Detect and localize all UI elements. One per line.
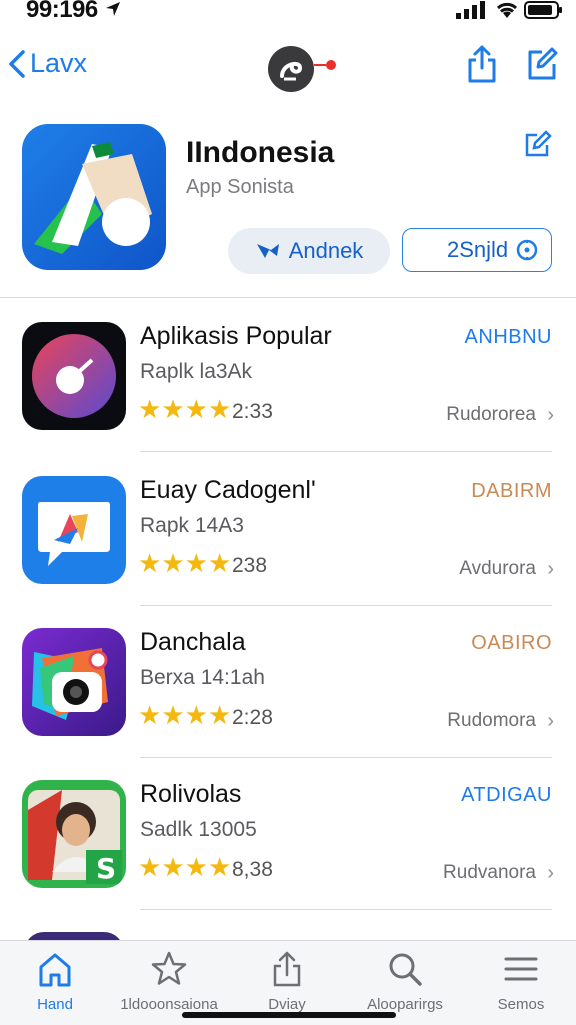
tab-featured[interactable]: 1ldooonsaiona xyxy=(114,949,224,1013)
featured-app-icon[interactable] xyxy=(22,124,166,270)
star-rating: ★ ★ ★ ★ xyxy=(138,702,231,728)
star-rating: ★ ★ ★ ★ xyxy=(138,550,231,576)
app-title: Rolivolas xyxy=(140,780,242,808)
app-subtitle: Sadlk 13005 xyxy=(140,818,257,841)
navigation-bar: Lavx xyxy=(0,30,576,100)
app-icon-speedometer[interactable] xyxy=(22,322,126,430)
app-subtitle: Berxa 14:1ah xyxy=(140,666,265,689)
star-rating: ★ ★ ★ ★ xyxy=(138,854,231,880)
more-link[interactable]: Rudororea xyxy=(446,404,536,426)
star-icon: ★ xyxy=(184,394,208,424)
category-badge: DABIRM xyxy=(471,480,552,502)
star-icon: ★ xyxy=(138,394,162,424)
home-icon xyxy=(39,953,71,987)
share-icon[interactable] xyxy=(466,44,498,84)
featured-app-subtitle: App Sonista xyxy=(186,176,294,198)
svg-text:S: S xyxy=(96,852,116,885)
get-app-button[interactable]: Andnek xyxy=(228,228,390,274)
rating-value: 238 xyxy=(232,554,268,577)
rating-value: 2:28 xyxy=(232,706,273,729)
rating-value: 2:33 xyxy=(232,400,273,423)
back-button[interactable]: Lavx xyxy=(8,48,87,79)
app-icon-chat[interactable] xyxy=(22,476,126,584)
star-rating: ★ ★ ★ ★ xyxy=(138,396,231,422)
notification-dot xyxy=(326,60,336,70)
more-link[interactable]: Rudvanora xyxy=(443,862,536,884)
app-title: Danchala xyxy=(140,628,246,656)
star-half-icon: ★ xyxy=(207,852,232,882)
star-icon: ★ xyxy=(138,852,162,882)
get-app-icon xyxy=(256,244,279,258)
tab-home[interactable]: Hand xyxy=(0,949,110,1013)
star-icon: ★ xyxy=(184,548,208,578)
featured-app-header: IIndonesia App Sonista Andnek 2Snjld xyxy=(0,108,576,298)
tab-label: Hand xyxy=(37,996,73,1013)
app-row[interactable]: S Rolivolas Sadlk 13005 ★ ★ ★ ★ 8,38 ATDIGA… xyxy=(0,758,576,910)
secondary-action-button[interactable]: 2Snjld xyxy=(402,228,552,272)
app-icon-camera[interactable] xyxy=(22,628,126,736)
star-icon: ★ xyxy=(161,394,185,424)
more-link[interactable]: Rudomora xyxy=(447,710,536,732)
status-bar: 99:196 xyxy=(0,0,576,30)
share-tab-icon xyxy=(273,951,301,987)
location-arrow-icon xyxy=(106,2,120,16)
app-subtitle: Raplk la3Ak xyxy=(140,360,253,383)
chevron-left-icon xyxy=(9,49,25,78)
back-label: Lavx xyxy=(30,48,88,78)
tab-label: Dviay xyxy=(268,996,306,1013)
edit-icon[interactable] xyxy=(524,130,552,158)
star-icon: ★ xyxy=(207,548,232,578)
app-icon-person[interactable]: S xyxy=(22,780,126,888)
secondary-action-label: 2Snjld xyxy=(447,237,509,262)
category-badge: ATDIGAU xyxy=(461,784,552,806)
app-row[interactable]: Danchala Berxa 14:1ah ★ ★ ★ ★ 2:28 OABIRO R… xyxy=(0,606,576,758)
chevron-right-icon[interactable]: › xyxy=(547,710,554,733)
app-subtitle: Rapk 14A3 xyxy=(140,514,244,537)
compose-icon[interactable] xyxy=(526,46,558,82)
status-time: 99:196 xyxy=(26,0,98,23)
chevron-right-icon[interactable]: › xyxy=(547,862,554,885)
star-icon: ★ xyxy=(138,548,162,578)
star-icon: ★ xyxy=(138,700,162,730)
more-link[interactable]: Avdurora xyxy=(459,558,536,580)
star-icon: ★ xyxy=(161,700,185,730)
row-divider xyxy=(140,451,552,452)
tab-share[interactable]: Dviay xyxy=(232,949,342,1013)
home-indicator[interactable] xyxy=(182,1012,396,1018)
menu-icon xyxy=(504,957,538,981)
wifi-icon xyxy=(496,2,518,18)
notification-line xyxy=(314,64,326,66)
app-row[interactable]: Aplikasis Popular Raplk la3Ak ★ ★ ★ ★ 2:33 … xyxy=(0,300,576,452)
star-icon: ★ xyxy=(161,548,185,578)
app-title: Aplikasis Popular xyxy=(140,322,332,350)
battery-icon xyxy=(524,1,562,19)
row-divider xyxy=(140,909,552,910)
tab-search[interactable]: Alooparirgs xyxy=(350,949,460,1013)
star-icon: ★ xyxy=(161,852,185,882)
tab-label: Alooparirgs xyxy=(367,996,443,1013)
pin-icon xyxy=(516,239,538,261)
profile-logo-icon[interactable] xyxy=(268,46,314,92)
chevron-right-icon[interactable]: › xyxy=(547,404,554,427)
get-app-label: Andnek xyxy=(288,238,364,263)
category-badge: ANHBNU xyxy=(464,326,552,348)
star-icon: ★ xyxy=(184,852,208,882)
star-half-icon: ★ xyxy=(207,394,232,424)
signal-icon xyxy=(456,1,485,19)
app-row[interactable]: Euay Cadogenl' Rapk 14A3 ★ ★ ★ ★ 238 DABIRM… xyxy=(0,454,576,606)
tab-label: 1ldooonsaiona xyxy=(120,996,218,1013)
chevron-right-icon[interactable]: › xyxy=(547,558,554,581)
star-outline-icon xyxy=(151,951,187,985)
category-badge: OABIRO xyxy=(471,632,552,654)
featured-app-title: IIndonesia xyxy=(186,136,335,169)
app-title: Euay Cadogenl' xyxy=(140,476,316,504)
divider xyxy=(0,297,576,298)
tab-label: Semos xyxy=(497,996,545,1013)
star-icon: ★ xyxy=(184,700,208,730)
rating-value: 8,38 xyxy=(232,858,273,881)
star-half-icon: ★ xyxy=(207,700,232,730)
search-icon xyxy=(389,953,422,986)
tab-menu[interactable]: Semos xyxy=(466,949,576,1013)
